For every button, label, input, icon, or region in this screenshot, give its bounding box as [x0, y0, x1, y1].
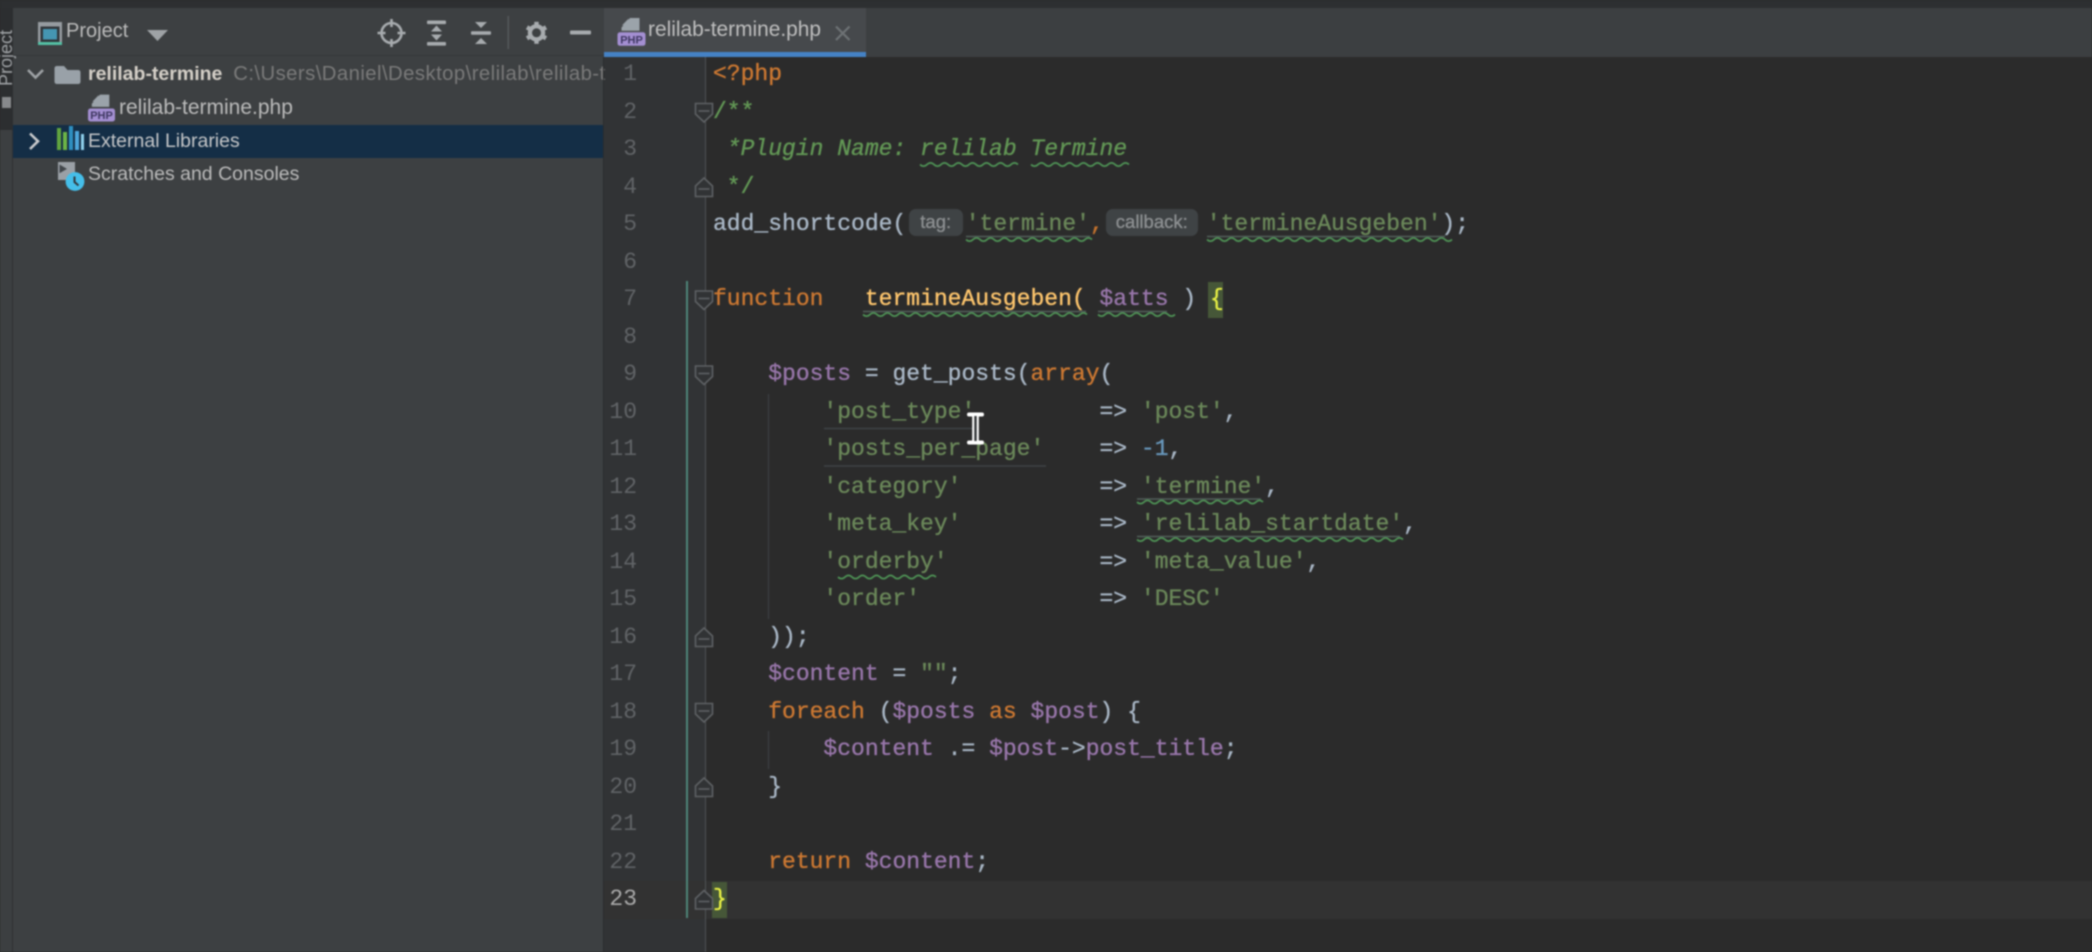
svg-text:PHP: PHP — [90, 110, 113, 122]
svg-text:PHP: PHP — [620, 34, 643, 46]
